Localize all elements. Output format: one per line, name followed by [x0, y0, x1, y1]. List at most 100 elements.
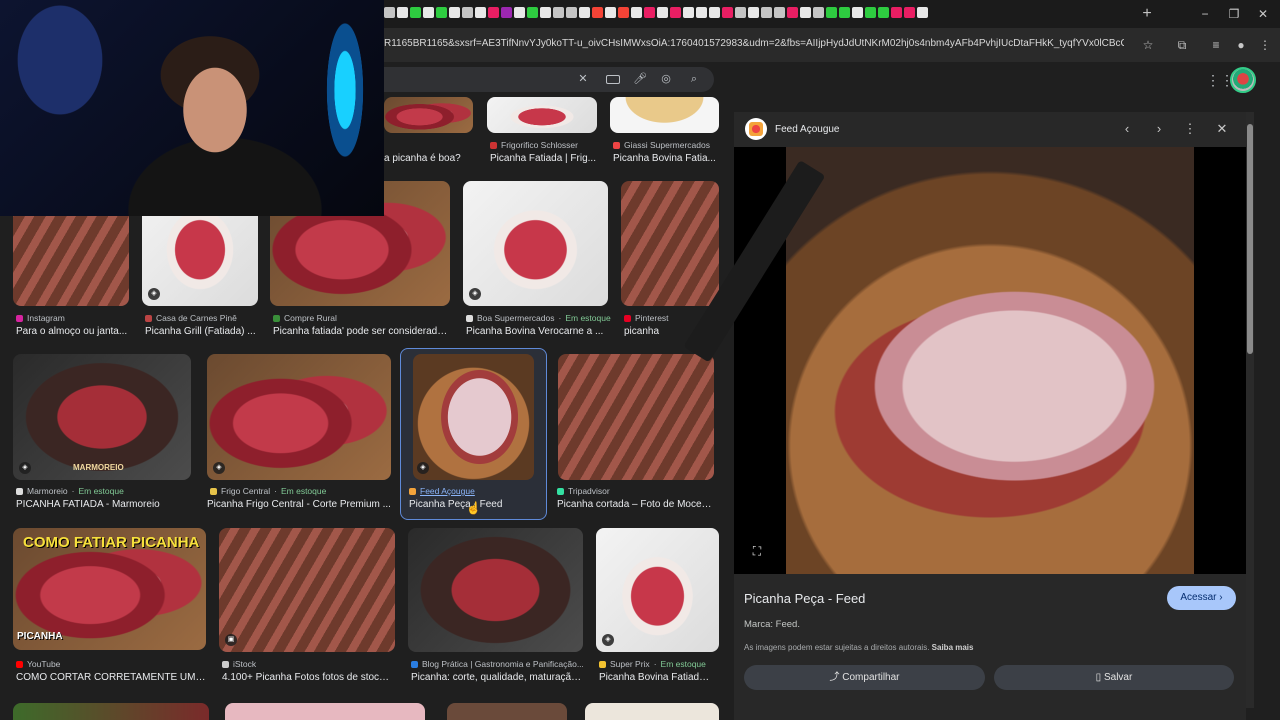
previous-result-icon[interactable]: ‹: [1119, 121, 1135, 137]
visit-button[interactable]: Acessar ›: [1167, 586, 1236, 610]
result-title[interactable]: COMO CORTAR CORRETAMENTE UMA...: [16, 672, 206, 683]
microphone-icon[interactable]: 🎤︎: [632, 71, 648, 87]
pinned-tab-favicon-icon[interactable]: [501, 7, 512, 18]
minimize-button[interactable]: −: [1192, 3, 1218, 25]
clear-search-icon[interactable]: ✕: [575, 71, 591, 87]
result-title[interactable]: Picanha: corte, qualidade, maturação...: [411, 672, 583, 683]
pinned-tab-favicon-icon[interactable]: [553, 7, 564, 18]
result-title[interactable]: 4.100+ Picanha Fotos fotos de stock,...: [222, 672, 394, 683]
result-title[interactable]: Picanha Bovina Verocarne a ...: [466, 326, 608, 337]
account-avatar[interactable]: [1230, 67, 1256, 93]
pinned-tab-favicon-icon[interactable]: [722, 7, 733, 18]
pinned-tab-favicon-icon[interactable]: [579, 7, 590, 18]
pinned-tab-favicon-icon[interactable]: [878, 7, 889, 18]
pinned-tab-favicon-icon[interactable]: [917, 7, 928, 18]
result-title[interactable]: Picanha Grill (Fatiada) ...: [145, 326, 261, 337]
pinned-tab-favicon-icon[interactable]: [527, 7, 538, 18]
pinned-tab-favicon-icon[interactable]: [852, 7, 863, 18]
pinned-tab-favicon-icon[interactable]: [644, 7, 655, 18]
panel-title[interactable]: Picanha Peça - Feed: [744, 591, 865, 606]
restore-button[interactable]: ❐: [1221, 3, 1247, 25]
result-title[interactable]: a picanha é boa?: [384, 153, 479, 164]
pinned-tab-favicon-icon[interactable]: [384, 7, 395, 18]
pinned-tab-favicon-icon[interactable]: [761, 7, 772, 18]
result-image[interactable]: ▣: [219, 528, 395, 652]
search-icon[interactable]: ⌕: [686, 71, 702, 87]
result-image[interactable]: [610, 97, 719, 133]
pinned-tab-favicon-icon[interactable]: [865, 7, 876, 18]
pinned-tab-favicon-icon[interactable]: [423, 7, 434, 18]
result-image[interactable]: [225, 703, 425, 720]
preview-image[interactable]: [786, 147, 1194, 574]
pinned-tab-favicon-icon[interactable]: [397, 7, 408, 18]
profile-icon[interactable]: ●: [1232, 36, 1250, 54]
more-options-icon[interactable]: ⋮: [1182, 121, 1198, 137]
pinned-tab-favicon-icon[interactable]: [592, 7, 603, 18]
result-title[interactable]: Picanha Bovina Fatia...: [613, 153, 723, 164]
next-result-icon[interactable]: ›: [1151, 121, 1167, 137]
pinned-tab-favicon-icon[interactable]: [462, 7, 473, 18]
pinned-tab-favicon-icon[interactable]: [605, 7, 616, 18]
result-image[interactable]: [621, 181, 719, 306]
result-title[interactable]: Para o almoço ou janta...: [16, 326, 132, 337]
pinned-tab-favicon-icon[interactable]: [566, 7, 577, 18]
result-image[interactable]: ◈: [207, 354, 391, 480]
pinned-tab-favicon-icon[interactable]: [787, 7, 798, 18]
lens-search-icon[interactable]: ◎: [658, 71, 674, 87]
pinned-tab-favicon-icon[interactable]: [657, 7, 668, 18]
result-image[interactable]: ◈: [463, 181, 608, 306]
pinned-tab-favicon-icon[interactable]: [800, 7, 811, 18]
pinned-tab-favicon-icon[interactable]: [748, 7, 759, 18]
source-label[interactable]: Feed Açougue: [420, 486, 475, 496]
pinned-tab-favicon-icon[interactable]: [696, 7, 707, 18]
result-title[interactable]: PICANHA FATIADA - Marmoreio: [16, 499, 194, 510]
close-panel-icon[interactable]: ✕: [1214, 121, 1230, 137]
bookmark-star-icon[interactable]: ☆: [1139, 36, 1157, 54]
pinned-tab-favicon-icon[interactable]: [436, 7, 447, 18]
google-apps-icon[interactable]: ⋮⋮: [1206, 72, 1234, 88]
save-button[interactable]: ▯ Salvar: [994, 665, 1234, 690]
result-image[interactable]: ◈: [413, 354, 534, 480]
browser-menu-icon[interactable]: ⋮: [1256, 36, 1274, 54]
pinned-tab-favicon-icon[interactable]: [410, 7, 421, 18]
result-image[interactable]: ◈ MARMOREIO: [13, 354, 191, 480]
result-title[interactable]: Picanha cortada – Foto de Mocelli...: [557, 499, 713, 510]
pinned-tab-favicon-icon[interactable]: [774, 7, 785, 18]
pinned-tab-favicon-icon[interactable]: [670, 7, 681, 18]
search-input[interactable]: [330, 67, 714, 92]
new-tab-button[interactable]: +: [1137, 4, 1157, 24]
result-title[interactable]: Picanha Frigo Central - Corte Premium ..…: [207, 499, 391, 510]
url-field[interactable]: R1165BR1165&sxsrf=AE3TifNnvYJy0koTT-u_oi…: [384, 38, 1124, 52]
result-image[interactable]: [558, 354, 714, 480]
pinned-tab-favicon-icon[interactable]: [488, 7, 499, 18]
pinned-tab-favicon-icon[interactable]: [540, 7, 551, 18]
pinned-tab-favicon-icon[interactable]: [709, 7, 720, 18]
panel-source-name[interactable]: Feed Açougue: [775, 124, 840, 135]
result-image[interactable]: [585, 703, 719, 720]
pinned-tab-favicon-icon[interactable]: [839, 7, 850, 18]
result-title[interactable]: Picanha fatiada' pode ser considerada...: [273, 326, 449, 337]
pinned-tab-favicon-icon[interactable]: [618, 7, 629, 18]
pinned-tab-favicon-icon[interactable]: [449, 7, 460, 18]
pinned-tab-favicon-icon[interactable]: [514, 7, 525, 18]
extensions-icon[interactable]: ⧉: [1173, 36, 1191, 54]
result-title[interactable]: Picanha Bovina Fatiada ...: [599, 672, 714, 683]
google-lens-icon[interactable]: ⛶: [749, 543, 765, 559]
close-window-button[interactable]: ✕: [1250, 3, 1276, 25]
panel-scrollbar-thumb[interactable]: [1247, 124, 1253, 354]
result-image[interactable]: [384, 97, 473, 133]
result-image[interactable]: [408, 528, 583, 652]
result-image[interactable]: COMO FATIAR PICANHA PICANHA: [13, 528, 206, 650]
pinned-tab-favicon-icon[interactable]: [826, 7, 837, 18]
pinned-tab-favicon-icon[interactable]: [813, 7, 824, 18]
result-image[interactable]: [487, 97, 597, 133]
result-image[interactable]: ◈: [596, 528, 719, 652]
keyboard-icon[interactable]: [606, 75, 620, 84]
pinned-tab-favicons[interactable]: [384, 7, 928, 21]
pinned-tab-favicon-icon[interactable]: [891, 7, 902, 18]
pinned-tab-favicon-icon[interactable]: [904, 7, 915, 18]
pinned-tab-favicon-icon[interactable]: [631, 7, 642, 18]
result-image[interactable]: [13, 703, 209, 720]
share-button[interactable]: ⤴︎ Compartilhar: [744, 665, 985, 690]
pinned-tab-favicon-icon[interactable]: [475, 7, 486, 18]
